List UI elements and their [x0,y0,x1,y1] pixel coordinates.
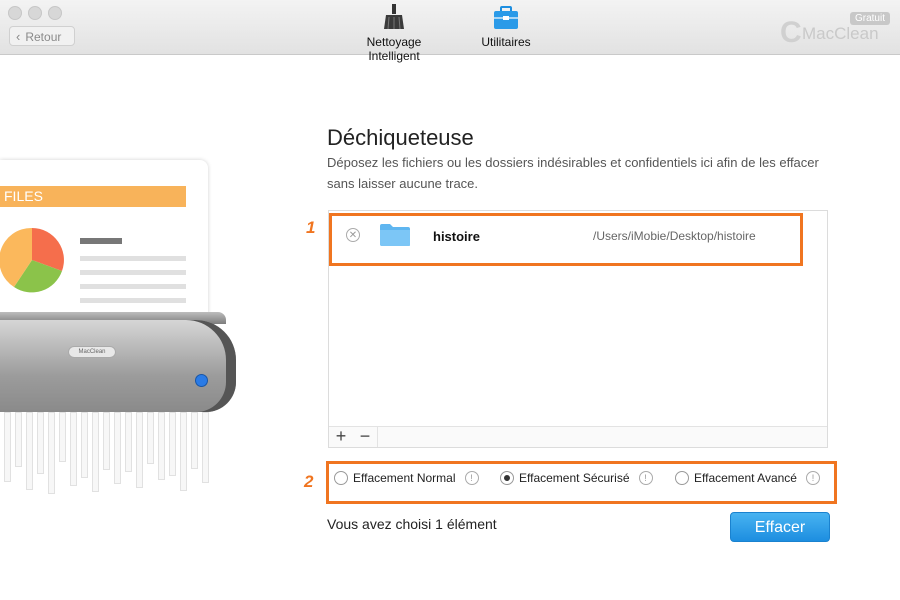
toolbox-icon [478,4,534,30]
radio-selected-dot [504,475,510,481]
text-line [80,284,186,289]
option-label: Effacement Normal [353,471,456,485]
paper-strip [191,412,198,469]
zoom-window-button[interactable] [48,6,62,20]
info-icon[interactable]: ! [638,471,653,485]
minimize-window-button[interactable] [28,6,42,20]
paper-strip [70,412,77,486]
step-marker-1: 1 [306,218,316,237]
erase-button[interactable]: Effacer [730,512,830,542]
toolbar: ‹ Retour Nettoyage Intelligent Utilitair… [0,0,900,63]
option-effacement-securise[interactable]: Effacement Sécurisé ! [500,471,653,485]
step-marker-2: 2 [304,472,314,491]
shredder-label: MacClean [68,346,116,358]
tab-nettoyage-intelligent[interactable]: Nettoyage Intelligent [340,4,448,63]
paper-strip [147,412,154,464]
info-icon[interactable]: ! [464,471,479,485]
paper-strip [59,412,66,462]
text-line [80,270,186,275]
option-label: Effacement Avancé [694,471,797,485]
paper-strip [114,412,121,484]
paper-strip [4,412,11,482]
brand-mark-icon: C [780,16,802,49]
radio-normal[interactable] [334,471,348,485]
text-line [80,298,186,303]
page-description: Déposez les fichiers ou les dossiers ind… [327,155,819,191]
paper-strip [92,412,99,492]
document-paper: FILES [0,160,208,330]
tab-label: Nettoyage Intelligent [366,35,422,63]
files-banner: FILES [0,186,186,207]
paper-strip [15,412,22,467]
option-effacement-avance[interactable]: Effacement Avancé ! [675,471,820,485]
shredder-body [0,320,236,412]
remove-file-button[interactable]: − [353,427,378,447]
paper-strip [169,412,176,476]
app-window: ‹ Retour Nettoyage Intelligent Utilitair… [0,0,900,600]
option-effacement-normal[interactable]: Effacement Normal ! [334,471,479,485]
text-line [80,238,122,244]
radio-securise[interactable] [500,471,514,485]
close-window-button[interactable] [8,6,22,20]
brand-logo: Gratuit C MacClean [780,10,890,49]
paper-strip [136,412,143,488]
page-title: Déchiqueteuse [327,125,474,150]
option-label: Effacement Sécurisé [519,471,630,485]
pie-chart-icon [0,227,64,293]
paper-strip [180,412,187,491]
radio-avance[interactable] [675,471,689,485]
paper-strip [202,412,209,483]
paper-strip [48,412,55,494]
tab-utilitaires[interactable]: Utilitaires [478,4,534,49]
power-icon [195,374,208,387]
tab-label: Utilitaires [481,35,531,49]
highlight-box-file [329,213,803,266]
text-line [80,256,186,261]
paper-strip [158,412,165,480]
paper-strip [81,412,88,478]
paper-strip [125,412,132,472]
paper-strip [37,412,44,474]
chevron-left-icon: ‹ [16,29,21,44]
back-button-label: Retour [25,30,62,44]
broom-icon [340,4,448,30]
paper-strip [26,412,33,490]
paper-strip [103,412,110,470]
add-file-button[interactable]: + [329,427,353,447]
list-footer: + − [329,426,827,447]
back-button[interactable]: ‹ Retour [9,26,75,46]
info-icon[interactable]: ! [805,471,820,485]
shredder-illustration: FILES MacClean [0,150,260,500]
brand-name: MacClean [802,24,879,43]
selection-status: Vous avez choisi 1 élément [327,516,497,532]
